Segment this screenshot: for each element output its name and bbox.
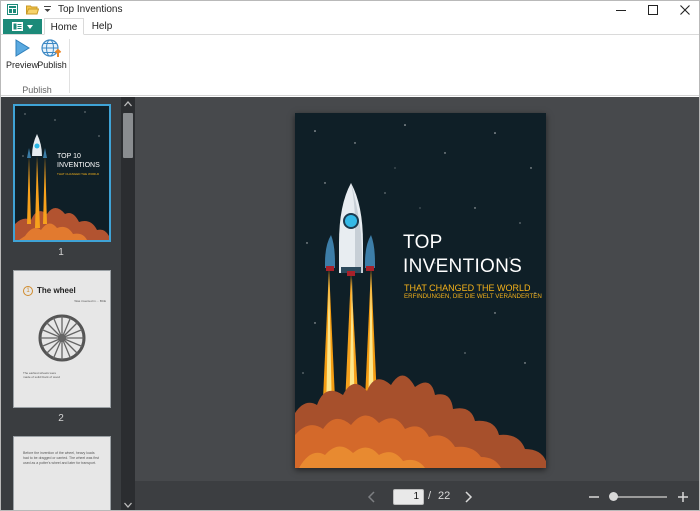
thumbnail-body-text: Before the invention of the wheel, heavy…: [23, 451, 100, 465]
thumbnail-page-2[interactable]: 1 The wheel Was invented in ... BCE The …: [13, 270, 111, 408]
thumbnail-title: TOP 10: [57, 153, 81, 160]
chevron-down-icon: [27, 24, 33, 29]
page-thumbnails-panel: TOP 10 INVENTIONS THAT CHANGED THE WORLD…: [1, 97, 121, 510]
next-page-icon[interactable]: [461, 489, 475, 505]
tab-help[interactable]: Help: [85, 18, 119, 35]
globe-upload-icon: [41, 39, 62, 57]
minimize-button[interactable]: [605, 1, 637, 18]
ribbon-group-label: Publish: [22, 85, 52, 95]
zoom-slider-track[interactable]: [611, 496, 667, 498]
tab-home[interactable]: Home: [44, 18, 84, 35]
page-number-input[interactable]: 1: [393, 489, 424, 505]
cover-title-line1: TOP: [403, 232, 443, 253]
file-menu-button[interactable]: [3, 19, 42, 34]
thumbnail-caption: The earliest wheels were made of solid b…: [23, 371, 61, 379]
close-icon: [680, 4, 690, 15]
window-controls: [605, 1, 699, 18]
zoom-in-icon[interactable]: [676, 489, 690, 505]
preview-button[interactable]: Preview: [6, 38, 39, 78]
thumbnail-page-1[interactable]: TOP 10 INVENTIONS THAT CHANGED THE WORLD: [13, 104, 111, 242]
quick-access-toolbar: [1, 1, 52, 18]
app-icon: [4, 4, 20, 15]
close-button[interactable]: [669, 1, 699, 18]
thumbnail-page-number: 1: [58, 247, 64, 258]
preview-label: Preview: [6, 60, 39, 70]
thumbnail-page-number: 2: [58, 413, 64, 424]
previous-page-icon[interactable]: [365, 489, 379, 505]
zoom-slider-handle[interactable]: [609, 492, 618, 501]
thumbnail-heading: The wheel: [37, 286, 76, 295]
title-bar: Top Inventions: [1, 1, 699, 18]
maximize-button[interactable]: [637, 1, 669, 18]
scroll-down-icon[interactable]: [124, 502, 132, 508]
cover-page[interactable]: TOP INVENTIONS THAT CHANGED THE WORLD ER…: [295, 113, 546, 468]
ribbon-tab-row: Home Help: [1, 18, 699, 35]
page-viewer: TOP INVENTIONS THAT CHANGED THE WORLD ER…: [135, 97, 699, 481]
thumbnail-title2: INVENTIONS: [57, 162, 100, 169]
open-folder-icon[interactable]: [24, 4, 40, 15]
maximize-icon: [648, 4, 658, 15]
thumbnail-subtitle: THAT CHANGED THE WORLD: [57, 172, 100, 176]
page-separator: /: [428, 490, 432, 502]
thumbnail-side-note: Was invented in ... BCE: [74, 299, 106, 303]
publish-button[interactable]: Publish: [37, 38, 67, 78]
app-window: Top Inventions Home Help Preview Publish…: [0, 0, 700, 511]
scroll-up-icon[interactable]: [124, 101, 132, 107]
cover-subtitle: THAT CHANGED THE WORLD: [404, 283, 531, 293]
status-bar: 1 / 22: [135, 481, 699, 510]
page-total: 22: [438, 490, 451, 502]
thumbnail-chapter-number: 1: [23, 286, 33, 296]
minimize-icon: [616, 9, 626, 11]
thumbnail-page-3[interactable]: Before the invention of the wheel, heavy…: [13, 436, 111, 510]
play-triangle-icon: [15, 39, 30, 57]
cover-subtitle-de: ERFINDUNGEN, DIE DIE WELT VERÄNDERTEN: [404, 293, 542, 300]
scrollbar-thumb[interactable]: [123, 113, 133, 158]
menu-icon: [12, 22, 23, 31]
thumbnails-scrollbar[interactable]: [121, 97, 135, 510]
cover-title-line2: INVENTIONS: [403, 256, 523, 277]
window-title: Top Inventions: [58, 4, 123, 15]
wheel-illustration-icon: [38, 314, 86, 362]
zoom-out-icon[interactable]: [587, 489, 601, 505]
ribbon-panel: Preview Publish Publish: [1, 35, 699, 96]
publish-label: Publish: [37, 60, 67, 70]
customize-toolbar-icon[interactable]: [42, 6, 52, 13]
